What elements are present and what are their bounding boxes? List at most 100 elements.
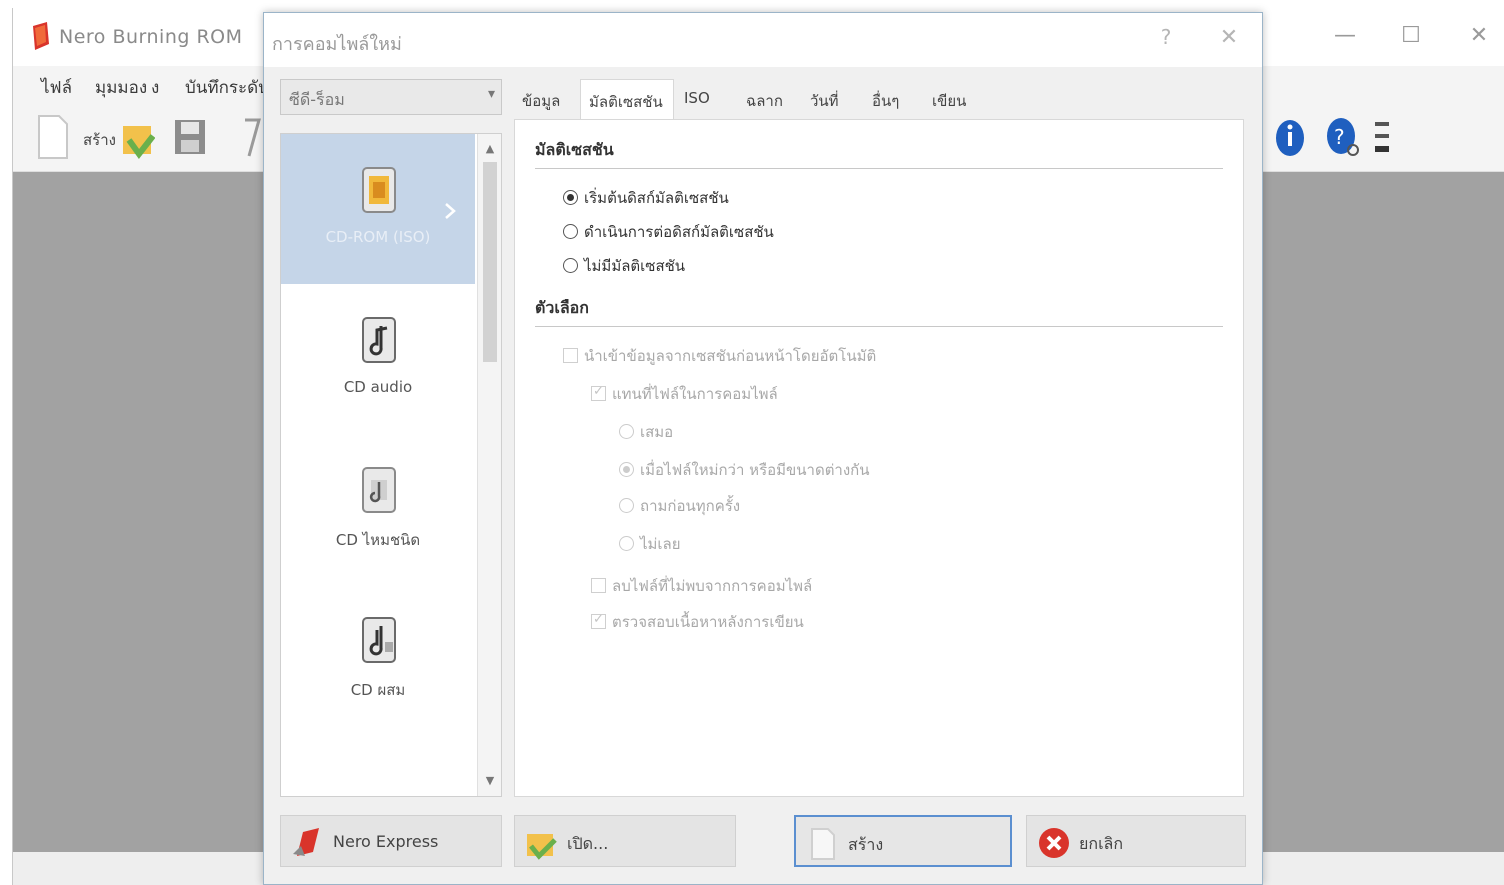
new-compilation-dialog: การคอมไพล์ใหม่ ? ✕ ซีดี-ร็อม ▾ CD-ROM (I… (263, 12, 1263, 885)
tab-label[interactable]: ฉลาก (746, 79, 802, 119)
tab-info[interactable]: ข้อมูล (522, 79, 582, 119)
project-type-list: CD-ROM (ISO) CD audio CD ไหมชนิด CD ผสม … (280, 133, 502, 797)
radio-replace-always[interactable]: เสมอ (619, 420, 673, 444)
project-list-scrollbar[interactable]: ▲ ▼ (477, 134, 501, 796)
checkbox-label: แทนที่ไฟล์ในการคอมไพล์ (612, 385, 778, 403)
radio-replace-never[interactable]: ไม่เลย (619, 532, 681, 556)
radio-replace-if-newer[interactable]: เมื่อไฟล์ใหม่กว่า หรือมีขนาดต่างกัน (619, 458, 870, 482)
checkbox[interactable] (591, 384, 606, 401)
menu-file[interactable]: ไฟล์ (41, 74, 72, 101)
check-import-previous-session[interactable]: นำเข้าข้อมูลจากเซสชันก่อนหน้าโดยอัตโนมัต… (563, 344, 876, 368)
disc-type-value: ซีดี-ร็อม (289, 90, 345, 109)
new-label: สร้าง (83, 131, 116, 149)
multisession-tab-panel: มัลติเซสชัน เริ่มต้นดิสก์มัลติเซสชัน ดำเ… (514, 119, 1244, 797)
section-divider (535, 168, 1223, 169)
tab-multisession[interactable]: มัลติเซสชัน (580, 79, 674, 121)
menu-view[interactable]: มุมมอง (95, 74, 147, 101)
radio-button[interactable] (619, 462, 634, 477)
mixed-disc-icon (362, 467, 396, 513)
info-icon[interactable] (1275, 114, 1305, 160)
maximize-button[interactable]: ☐ (1391, 18, 1431, 54)
nero-logo-icon (33, 22, 49, 50)
check-replace-files[interactable]: แทนที่ไฟล์ในการคอมไพล์ (591, 382, 778, 406)
radio-button[interactable] (563, 190, 578, 205)
multisession-section-title: มัลติเซสชัน (535, 140, 614, 159)
project-label: CD ไหมชนิด (335, 531, 421, 549)
options-section-title: ตัวเลือก (535, 298, 589, 317)
tab-misc[interactable]: อื่นๆ (872, 79, 922, 119)
tab-iso[interactable]: ISO (684, 79, 734, 119)
check-verify-after-burn[interactable]: ตรวจสอบเนื้อหาหลังการเขียน (591, 610, 804, 634)
svg-text:?: ? (1334, 125, 1345, 149)
open-folder-icon (527, 834, 557, 860)
radio-continue-multisession[interactable]: ดำเนินการต่อดิสก์มัลติเซสชัน (563, 220, 774, 244)
open-button[interactable]: เปิด... (514, 815, 736, 867)
radio-label: ไม่มีมัลติเซสชัน (584, 257, 686, 275)
radio-label: ไม่เลย (640, 535, 681, 553)
disc-type-select[interactable]: ซีดี-ร็อม ▾ (280, 79, 502, 115)
cancel-icon (1039, 828, 1069, 858)
check-remove-missing-files[interactable]: ลบไฟล์ที่ไม่พบจากการคอมไพล์ (591, 574, 812, 598)
new-button[interactable]: สร้าง (794, 815, 1012, 867)
dialog-help-button[interactable]: ? (1154, 25, 1178, 55)
radio-button[interactable] (563, 258, 578, 273)
checkbox-label: ตรวจสอบเนื้อหาหลังการเขียน (612, 613, 804, 631)
project-item-cdrom-iso[interactable]: CD-ROM (ISO) (281, 134, 475, 284)
dialog-close-button[interactable]: ✕ (1214, 25, 1244, 55)
radio-no-multisession[interactable]: ไม่มีมัลติเซสชัน (563, 254, 685, 278)
radio-start-multisession[interactable]: เริ่มต้นดิสก์มัลติเซสชัน (563, 186, 729, 210)
help-icon[interactable]: ? (1323, 114, 1363, 160)
radio-button[interactable] (563, 224, 578, 239)
audio-disc-icon (362, 317, 396, 363)
dialog-title: การคอมไพล์ใหม่ (272, 34, 402, 55)
app-title: Nero Burning ROM (59, 26, 243, 48)
checkbox[interactable] (591, 578, 606, 593)
button-label: Nero Express (333, 832, 439, 851)
project-item-cd-extra[interactable]: CD ผสม (281, 584, 475, 734)
tab-burn[interactable]: เขียน (932, 79, 982, 119)
radio-label: เมื่อไฟล์ใหม่กว่า หรือมีขนาดต่างกัน (640, 461, 870, 479)
dialog-titlebar: การคอมไพล์ใหม่ ? ✕ (264, 13, 1262, 67)
checkbox-label: นำเข้าข้อมูลจากเซสชันก่อนหน้าโดยอัตโนมัต… (584, 347, 877, 365)
radio-button[interactable] (619, 536, 634, 551)
radio-label: เสมอ (640, 423, 674, 441)
chevron-right-icon (445, 203, 456, 219)
nero-express-button[interactable]: Nero Express (280, 815, 502, 867)
section-divider (535, 326, 1223, 327)
checkbox[interactable] (591, 612, 606, 629)
new-document-icon (811, 828, 835, 860)
project-label: CD audio (343, 378, 413, 396)
project-item-cd-mixed[interactable]: CD ไหมชนิด (281, 434, 475, 584)
scroll-down-arrow[interactable]: ▼ (478, 770, 501, 792)
save-icon[interactable] (173, 114, 207, 160)
radio-label: ดำเนินการต่อดิสก์มัลติเซสชัน (584, 223, 774, 241)
scroll-up-arrow[interactable]: ▲ (478, 138, 501, 160)
project-item-cd-audio[interactable]: CD audio (281, 284, 475, 434)
checkbox[interactable] (563, 348, 578, 363)
data-disc-icon (362, 167, 396, 213)
tab-strip: ข้อมูล มัลติเซสชัน ISO ฉลาก วันที่ อื่นๆ… (514, 79, 1244, 121)
button-label: สร้าง (848, 835, 884, 854)
close-button[interactable]: ✕ (1459, 18, 1499, 54)
radio-replace-ask[interactable]: ถามก่อนทุกครั้ง (619, 494, 740, 518)
menu-item-3[interactable]: ง (151, 74, 159, 101)
chevron-down-icon: ▾ (487, 86, 495, 102)
button-label: ยกเลิก (1079, 834, 1124, 853)
cancel-button[interactable]: ยกเลิก (1026, 815, 1246, 867)
tab-dates[interactable]: วันที่ (810, 79, 860, 119)
button-label: เปิด... (567, 834, 609, 853)
radio-button[interactable] (619, 424, 634, 439)
open-folder-icon[interactable] (121, 114, 155, 160)
scroll-thumb[interactable] (483, 162, 497, 362)
radio-label: ถามก่อนทุกครั้ง (640, 497, 741, 515)
radio-label: เริ่มต้นดิสก์มัลติเซสชัน (584, 189, 729, 207)
minimize-button[interactable]: — (1325, 18, 1365, 54)
project-label: CD ผสม (350, 681, 406, 699)
project-label: CD-ROM (ISO) (325, 228, 431, 246)
radio-button[interactable] (619, 498, 634, 513)
nero-express-icon (293, 828, 319, 856)
toolbar-overflow-icon[interactable] (1371, 114, 1393, 160)
menu-recorder[interactable]: บันทึกระดับ (185, 74, 269, 101)
new-document-icon[interactable] (35, 114, 69, 160)
checkbox-label: ลบไฟล์ที่ไม่พบจากการคอมไพล์ (612, 577, 813, 595)
